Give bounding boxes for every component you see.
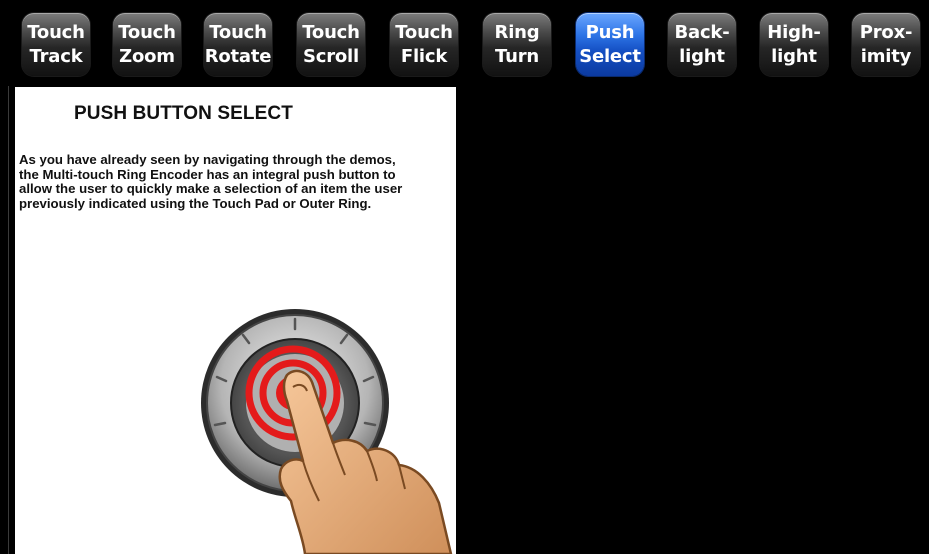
tab-touch-track[interactable]: Touch Track [22,13,90,76]
tab-label: Ring Turn [494,21,540,67]
tab-touch-rotate[interactable]: Touch Rotate [204,13,272,76]
tab-label: Touch Flick [395,21,453,67]
tab-ring-turn[interactable]: Ring Turn [483,13,551,76]
tab-backlight[interactable]: Back- light [668,13,736,76]
tab-highlight[interactable]: High- light [760,13,828,76]
app-screen: Touch Track Touch Zoom Touch Rotate Touc… [0,0,929,554]
panel-title: PUSH BUTTON SELECT [74,103,293,124]
tab-touch-scroll[interactable]: Touch Scroll [297,13,365,76]
tab-label: Touch Track [27,21,85,67]
panel-description: As you have already seen by navigating t… [19,152,403,211]
tab-label: Touch Zoom [118,21,176,67]
tab-touch-flick[interactable]: Touch Flick [390,13,458,76]
tab-label: Touch Scroll [302,21,360,67]
tab-label: Push Select [579,21,641,67]
info-panel: PUSH BUTTON SELECT As you have already s… [15,87,456,554]
tab-label: High- light [767,21,821,67]
tab-proximity[interactable]: Prox- imity [852,13,920,76]
tab-label: Prox- imity [859,21,913,67]
tab-label: Touch Rotate [204,21,272,67]
tab-label: Back- light [674,21,730,67]
tab-touch-zoom[interactable]: Touch Zoom [113,13,181,76]
demo-tab-bar: Touch Track Touch Zoom Touch Rotate Touc… [0,0,929,86]
push-button-illustration [201,309,453,554]
tab-push-select[interactable]: Push Select [576,13,644,76]
